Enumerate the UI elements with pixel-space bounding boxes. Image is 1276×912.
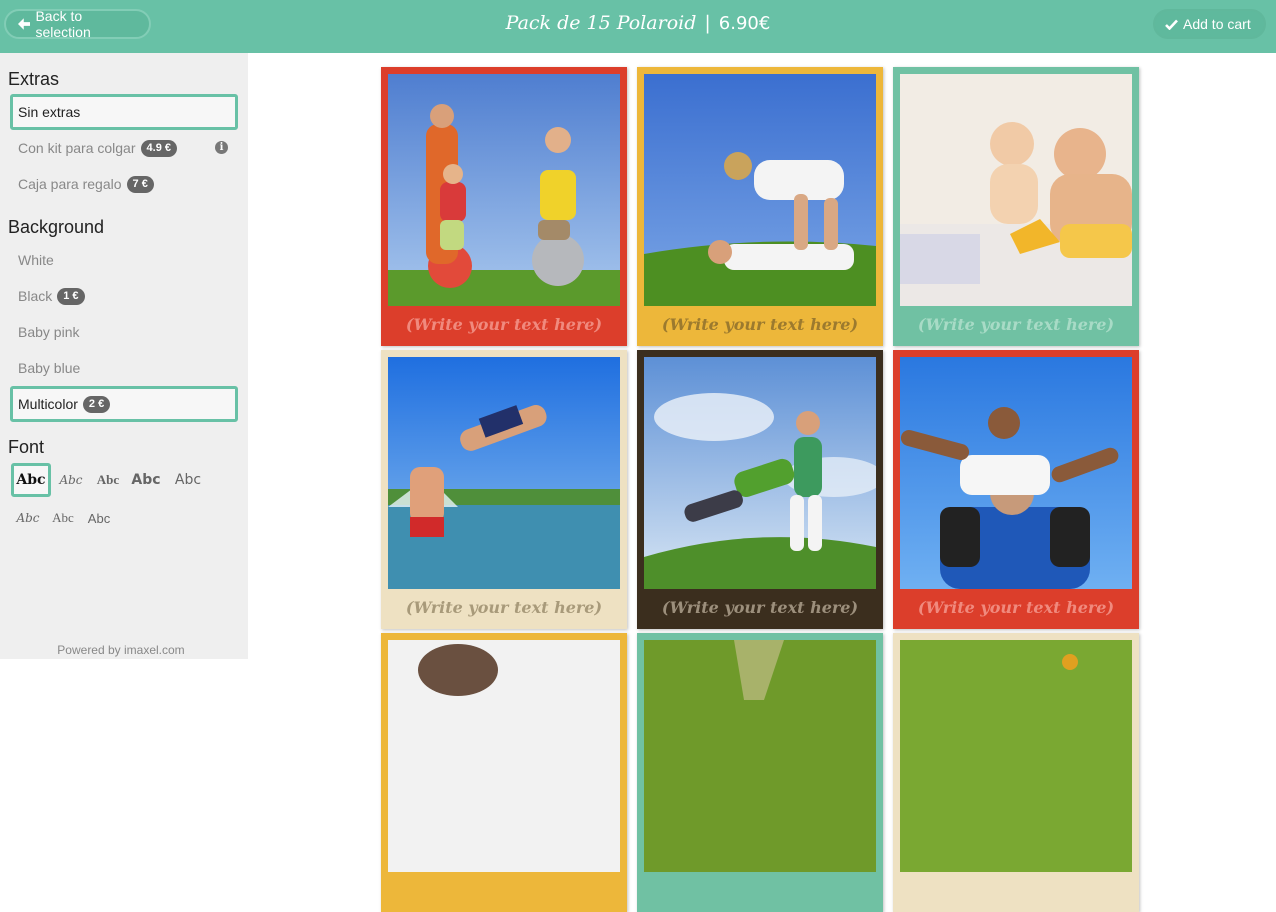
- font-option-4[interactable]: Abc: [126, 463, 166, 497]
- background-option-black[interactable]: Black 1 €: [10, 278, 238, 314]
- price-badge: 4.9 €: [140, 139, 177, 157]
- caption-text[interactable]: (Write your text here): [893, 598, 1139, 617]
- polaroid-card[interactable]: (Write your text here): [893, 350, 1139, 629]
- photo-grass-path: [644, 640, 876, 872]
- polaroid-card[interactable]: (Write your text here): [893, 67, 1139, 346]
- photo-portrait: [388, 640, 620, 872]
- option-label: Baby pink: [18, 324, 80, 340]
- font-option-7[interactable]: Abc: [43, 501, 83, 535]
- background-option-baby-pink[interactable]: Baby pink: [10, 314, 238, 350]
- photo-mother-swinging-child: [644, 357, 876, 589]
- title-separator: |: [704, 12, 711, 34]
- top-bar: Back to selection Pack de 15 Polaroid | 6.…: [0, 0, 1276, 53]
- option-label: Con kit para colgar: [18, 140, 136, 156]
- font-option-2[interactable]: Abc: [51, 463, 91, 497]
- extra-option-caja-para-regalo[interactable]: Caja para regalo 7 €: [10, 166, 238, 202]
- option-label: White: [18, 252, 54, 268]
- option-label: Black: [18, 288, 53, 304]
- info-icon[interactable]: i: [215, 141, 228, 154]
- polaroid-card[interactable]: (Write your text here): [637, 67, 883, 346]
- background-option-white[interactable]: White: [10, 242, 238, 278]
- font-option-5[interactable]: Abc: [168, 463, 208, 497]
- photo-boy-jumping-into-sea: [388, 357, 620, 589]
- extra-option-sin-extras[interactable]: Sin extras: [10, 94, 238, 130]
- polaroid-card[interactable]: (Write your text here): [381, 350, 627, 629]
- background-option-multicolor[interactable]: Multicolor 2 €: [10, 386, 238, 422]
- photo-couple-on-grass: [644, 74, 876, 306]
- pack-price: 6.90€: [718, 13, 771, 34]
- photo-father-feeding-baby: [900, 74, 1132, 306]
- extra-option-kit-para-colgar[interactable]: Con kit para colgar 4.9 € i: [10, 130, 238, 166]
- option-label: Sin extras: [18, 104, 81, 120]
- photo-family-with-bouncing-balls: [388, 74, 620, 306]
- extras-heading: Extras: [8, 69, 60, 89]
- add-to-cart-button[interactable]: Add to cart: [1153, 9, 1266, 39]
- pack-title: Pack de 15 Polaroid: [505, 12, 697, 34]
- option-label: Caja para regalo: [18, 176, 122, 192]
- font-option-6[interactable]: Abc: [8, 501, 48, 535]
- polaroid-card[interactable]: [637, 633, 883, 912]
- background-option-baby-blue[interactable]: Baby blue: [10, 350, 238, 386]
- background-heading: Background: [8, 217, 105, 237]
- font-option-1[interactable]: Abc: [11, 463, 51, 497]
- font-option-8[interactable]: Abc: [79, 501, 119, 535]
- price-badge: 7 €: [126, 175, 154, 193]
- price-badge: 2 €: [82, 395, 111, 413]
- check-icon: [1165, 19, 1178, 30]
- cart-label: Add to cart: [1183, 16, 1251, 32]
- polaroid-card[interactable]: (Write your text here): [637, 350, 883, 629]
- caption-text[interactable]: (Write your text here): [637, 315, 883, 334]
- caption-text[interactable]: (Write your text here): [893, 315, 1139, 334]
- powered-by-footer: Powered by imaxel.com: [57, 643, 185, 657]
- page-title: Pack de 15 Polaroid | 6.90€: [0, 12, 1276, 34]
- photo-boy-on-fathers-shoulders: [900, 357, 1132, 589]
- price-badge: 1 €: [57, 287, 85, 305]
- caption-text[interactable]: (Write your text here): [381, 315, 627, 334]
- font-heading: Font: [8, 437, 45, 457]
- polaroid-card[interactable]: [381, 633, 627, 912]
- polaroid-card[interactable]: [893, 633, 1139, 912]
- option-label: Multicolor: [18, 396, 78, 412]
- caption-text[interactable]: (Write your text here): [637, 598, 883, 617]
- options-sidebar: Extras Sin extras Con kit para colgar 4.…: [0, 53, 248, 659]
- polaroid-card[interactable]: (Write your text here): [381, 67, 627, 346]
- font-option-3[interactable]: Abc: [88, 463, 128, 497]
- option-label: Baby blue: [18, 360, 81, 376]
- caption-text[interactable]: (Write your text here): [381, 598, 627, 617]
- photo-meadow: [900, 640, 1132, 872]
